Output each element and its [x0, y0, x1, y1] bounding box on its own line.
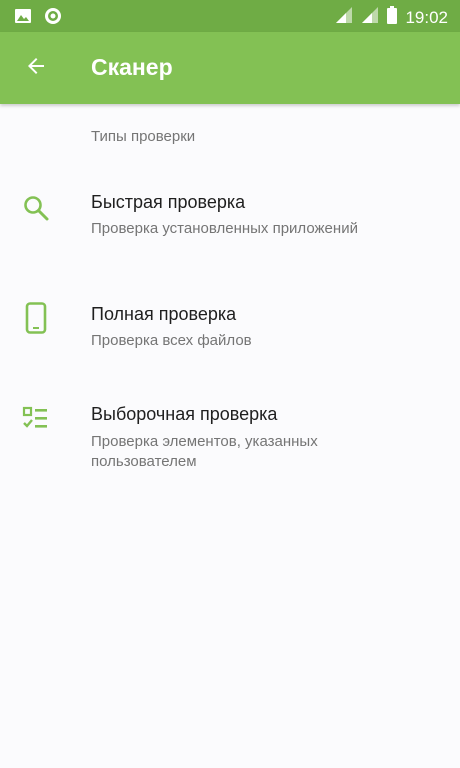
full-scan-title: Полная проверка	[91, 304, 237, 324]
custom-scan-item[interactable]: Выборочная проверка Проверка элементов, …	[0, 393, 460, 483]
back-button[interactable]	[14, 46, 58, 90]
quick-scan-item[interactable]: Быстрая проверка Проверка установленных …	[0, 180, 460, 270]
section-header: Типы проверки	[91, 128, 196, 145]
battery-icon	[387, 6, 398, 29]
arrow-back-icon	[24, 54, 48, 83]
system-icons: 19:02	[335, 6, 448, 29]
status-bar: 19:02	[0, 0, 460, 32]
image-icon	[14, 7, 32, 30]
checklist-icon	[20, 403, 52, 435]
page-title: Сканер	[91, 54, 173, 80]
custom-scan-description: Проверка элементов, указанных пользовате…	[91, 433, 318, 470]
full-scan-item[interactable]: Полная проверка Проверка всех файлов	[0, 292, 460, 362]
custom-scan-title: Выборочная проверка	[91, 404, 278, 424]
quick-scan-description: Проверка установленных приложений	[91, 220, 358, 237]
search-icon	[20, 192, 52, 224]
app-shield-icon	[44, 7, 62, 30]
full-scan-description: Проверка всех файлов	[91, 332, 252, 349]
quick-scan-title: Быстрая проверка	[91, 192, 246, 212]
signal-icon	[361, 6, 379, 29]
phone-icon	[20, 302, 52, 334]
notification-icons	[14, 7, 62, 30]
signal-icon	[335, 6, 353, 29]
app-bar: Сканер	[0, 32, 460, 104]
status-time: 19:02	[405, 7, 448, 27]
